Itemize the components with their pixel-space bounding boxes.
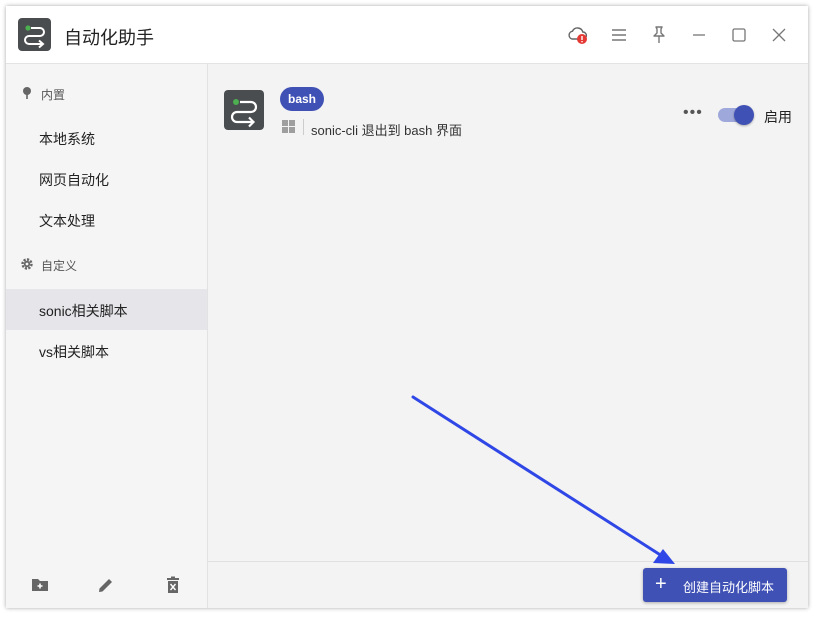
plus-icon: + xyxy=(655,573,667,595)
sidebar-item-label: vs相关脚本 xyxy=(39,344,109,360)
sidebar-item-sonic-scripts[interactable]: sonic相关脚本 xyxy=(6,289,207,330)
sidebar-toolbar xyxy=(6,562,207,608)
enable-toggle-thumb[interactable] xyxy=(734,105,754,125)
sidebar: 内置 本地系统 网页自动化 文本处理 自定义 sonic相关脚本 vs相关脚本 xyxy=(6,64,208,608)
group-label: 内置 xyxy=(41,88,66,102)
more-options-button[interactable]: ••• xyxy=(683,104,703,122)
edit-icon[interactable] xyxy=(96,575,116,595)
minimize-icon[interactable] xyxy=(688,24,710,46)
app-title: 自动化助手 xyxy=(64,28,154,48)
sidebar-item-label: 本地系统 xyxy=(39,131,95,147)
app-logo-icon xyxy=(18,18,51,51)
create-script-button[interactable]: + 创建自动化脚本 xyxy=(643,568,787,602)
close-icon[interactable] xyxy=(768,24,790,46)
sidebar-item-label: 文本处理 xyxy=(39,213,95,229)
maximize-icon[interactable] xyxy=(728,24,750,46)
script-tag: bash xyxy=(280,87,325,111)
main-content: bash sonic-cli 退出到 bash 界面 ••• 启用 + 创建自动… xyxy=(208,64,808,608)
divider xyxy=(303,119,304,135)
script-description: sonic-cli 退出到 bash 界面 xyxy=(311,123,462,138)
gear-icon xyxy=(21,258,33,270)
cloud-alert-icon[interactable] xyxy=(567,24,589,46)
enable-toggle-label: 启用 xyxy=(764,109,792,125)
create-script-label: 创建自动化脚本 xyxy=(683,580,775,595)
sidebar-item-text-processing[interactable]: 文本处理 xyxy=(6,199,207,240)
sidebar-item-vs-scripts[interactable]: vs相关脚本 xyxy=(6,330,207,371)
delete-icon[interactable] xyxy=(163,575,183,595)
sidebar-item-label: sonic相关脚本 xyxy=(39,303,128,319)
sidebar-item-local-system[interactable]: 本地系统 xyxy=(6,117,207,158)
group-label: 自定义 xyxy=(41,259,78,273)
pin-icon[interactable] xyxy=(648,24,670,46)
sidebar-item-web-automation[interactable]: 网页自动化 xyxy=(6,158,207,199)
windows-icon xyxy=(282,120,295,133)
pin-icon xyxy=(23,87,31,99)
terminal-icon xyxy=(224,90,264,130)
app-window: 自动化助手 内置 本地系统 网页自动化 文本处理 自定义 sonic相关脚本 v… xyxy=(6,6,808,608)
menu-icon[interactable] xyxy=(608,24,630,46)
bottom-bar: + 创建自动化脚本 xyxy=(208,561,808,608)
new-folder-icon[interactable] xyxy=(30,575,50,595)
title-bar: 自动化助手 xyxy=(6,6,808,64)
sidebar-item-label: 网页自动化 xyxy=(39,172,109,188)
